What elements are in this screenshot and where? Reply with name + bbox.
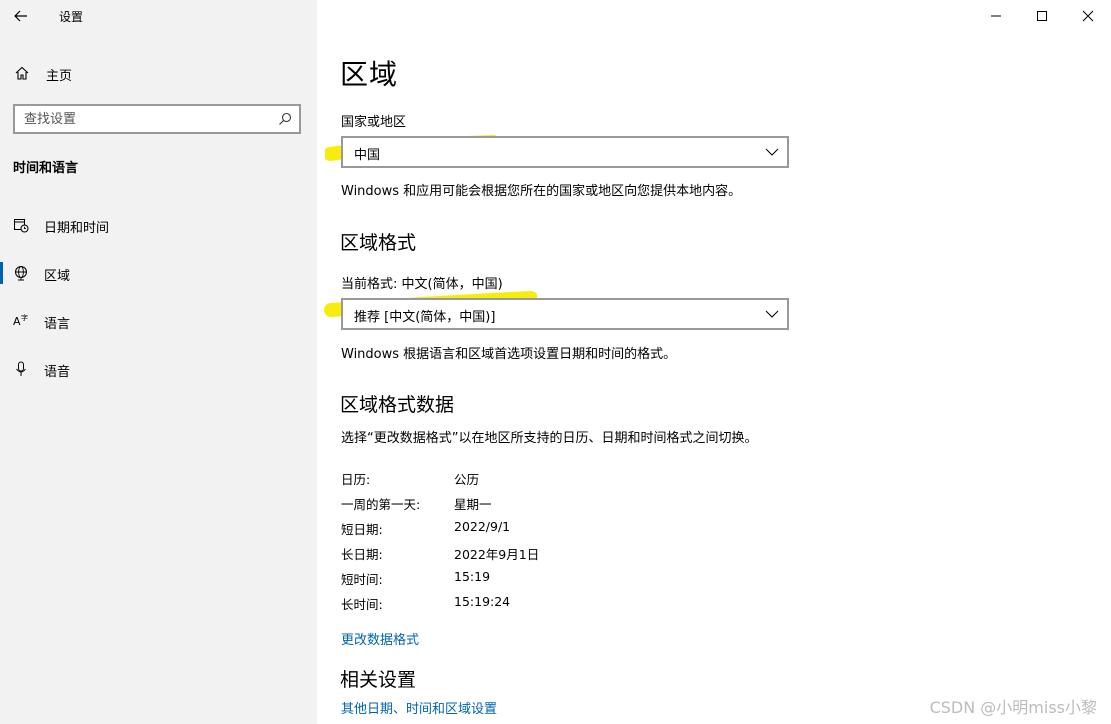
globe-icon <box>15 266 27 281</box>
row-value: 公历 <box>454 472 480 487</box>
row-key: 长时间: <box>341 597 383 612</box>
back-button[interactable] <box>6 0 36 32</box>
row-key: 一周的第一天: <box>341 497 421 512</box>
back-arrow-icon <box>14 10 27 22</box>
format-data-description: 选择“更改数据格式”以在地区所支持的日历、日期和时间格式之间切换。 <box>341 431 758 446</box>
sidebar-item-date-time[interactable]: 日期和时间 <box>0 205 317 245</box>
app-title: 设置 <box>59 10 84 24</box>
sidebar-item-label: 区域 <box>44 269 71 284</box>
sidebar-item-label: 语音 <box>44 365 71 380</box>
titlebar: 设置 <box>0 0 317 32</box>
format-data-row: 长时间: 15:19:24 <box>341 594 741 614</box>
format-data-row: 一周的第一天: 星期一 <box>341 494 741 514</box>
format-data-row: 日历: 公历 <box>341 469 741 489</box>
chevron-down-icon <box>765 148 779 156</box>
row-value: 2022/9/1 <box>454 519 511 534</box>
sidebar-item-language[interactable]: A 字 语言 <box>0 301 317 341</box>
sidebar-item-label: 语言 <box>44 317 71 332</box>
change-data-format-link[interactable]: 更改数据格式 <box>341 629 419 648</box>
current-format-label: 当前格式: 中文(简体，中国) <box>341 277 503 292</box>
row-value: 星期一 <box>454 497 492 512</box>
svg-text:字: 字 <box>21 313 28 322</box>
selection-indicator <box>0 262 3 284</box>
chevron-down-icon <box>765 310 779 318</box>
sidebar-item-label: 日期和时间 <box>44 221 110 236</box>
country-value: 中国 <box>354 148 381 163</box>
related-settings-heading: 相关设置 <box>340 669 417 691</box>
row-value: 15:19 <box>454 569 491 584</box>
region-format-value: 推荐 [中文(简体，中国)] <box>354 310 496 325</box>
sidebar-item-region[interactable]: 区域 <box>0 253 317 293</box>
additional-date-time-region-link[interactable]: 其他日期、时间和区域设置 <box>341 698 497 717</box>
sidebar-section-heading: 时间和语言 <box>13 161 79 176</box>
country-label: 国家或地区 <box>341 115 407 130</box>
row-key: 短时间: <box>341 572 383 587</box>
country-description: Windows 和应用可能会根据您所在的国家或地区向您提供本地内容。 <box>341 184 742 199</box>
format-data-row: 长日期: 2022年9月1日 <box>341 544 741 564</box>
calendar-clock-icon <box>14 219 29 233</box>
row-value: 15:19:24 <box>454 594 511 609</box>
region-format-heading: 区域格式 <box>340 232 417 254</box>
row-key: 长日期: <box>341 547 383 562</box>
sidebar-item-speech[interactable]: 语音 <box>0 349 317 389</box>
search-input[interactable] <box>15 107 265 131</box>
search-icon[interactable] <box>278 112 292 126</box>
watermark: CSDN @小明miss小黎 <box>929 698 1097 717</box>
search-box[interactable] <box>13 104 301 134</box>
svg-text:A: A <box>13 315 21 328</box>
country-dropdown[interactable]: 中国 <box>341 136 789 168</box>
microphone-icon <box>16 361 26 376</box>
language-icon: A 字 <box>13 313 28 328</box>
region-format-description: Windows 根据语言和区域首选项设置日期和时间的格式。 <box>341 347 677 362</box>
format-data-row: 短日期: 2022/9/1 <box>341 519 741 539</box>
row-key: 短日期: <box>341 522 383 537</box>
home-icon <box>15 66 29 80</box>
region-format-dropdown[interactable]: 推荐 [中文(简体，中国)] <box>341 298 789 330</box>
sidebar-item-home[interactable]: 主页 <box>0 58 317 88</box>
format-data-heading: 区域格式数据 <box>340 394 455 416</box>
page-title: 区域 <box>340 58 399 91</box>
row-value: 2022年9月1日 <box>454 547 540 562</box>
sidebar: 设置 主页 时间和语言 日期和时间 区域 <box>0 0 317 724</box>
sidebar-item-label: 主页 <box>46 69 73 84</box>
main-content: 区域 国家或地区 中国 Windows 和应用可能会根据您所在的国家或地区向您提… <box>317 0 1111 724</box>
format-data-row: 短时间: 15:19 <box>341 569 741 589</box>
row-key: 日历: <box>341 472 371 487</box>
